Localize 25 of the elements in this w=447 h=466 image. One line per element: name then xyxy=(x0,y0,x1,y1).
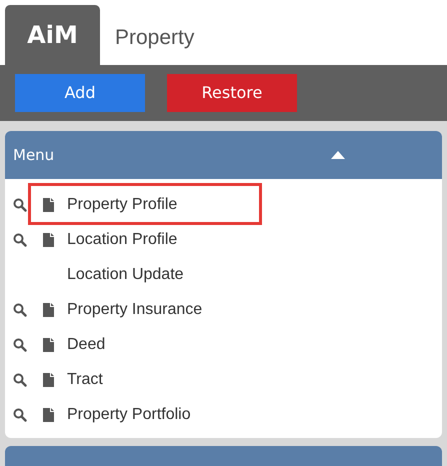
menu-item[interactable]: Location Update xyxy=(67,262,184,286)
toolbar-button[interactable]: Restore xyxy=(167,74,297,112)
search-icon[interactable] xyxy=(13,338,27,352)
page-title: Property xyxy=(115,24,194,51)
collapse-icon[interactable] xyxy=(331,151,345,159)
toolbar-button[interactable]: Add xyxy=(15,74,145,112)
document-icon[interactable] xyxy=(42,232,54,246)
document-icon[interactable] xyxy=(42,408,54,422)
menu-header[interactable]: Menu xyxy=(5,131,442,179)
search-icon[interactable] xyxy=(13,372,27,386)
menu-item[interactable]: Location Profile xyxy=(67,228,178,252)
menu-title: Menu xyxy=(13,144,54,166)
search-icon[interactable] xyxy=(13,408,27,422)
search-icon[interactable] xyxy=(13,232,27,246)
menu-item[interactable]: Deed xyxy=(67,332,106,356)
document-icon[interactable] xyxy=(42,302,54,316)
document-icon[interactable] xyxy=(42,372,54,386)
document-icon[interactable] xyxy=(42,198,54,212)
document-icon[interactable] xyxy=(42,338,54,352)
menu-item[interactable]: Property Portfolio xyxy=(67,402,191,426)
menu-item[interactable]: Property Profile xyxy=(67,192,178,216)
search-icon[interactable] xyxy=(13,302,27,316)
menu-item[interactable]: Tract xyxy=(67,368,103,392)
search-icon[interactable] xyxy=(13,198,27,212)
menu-item[interactable]: Property Insurance xyxy=(67,298,202,322)
